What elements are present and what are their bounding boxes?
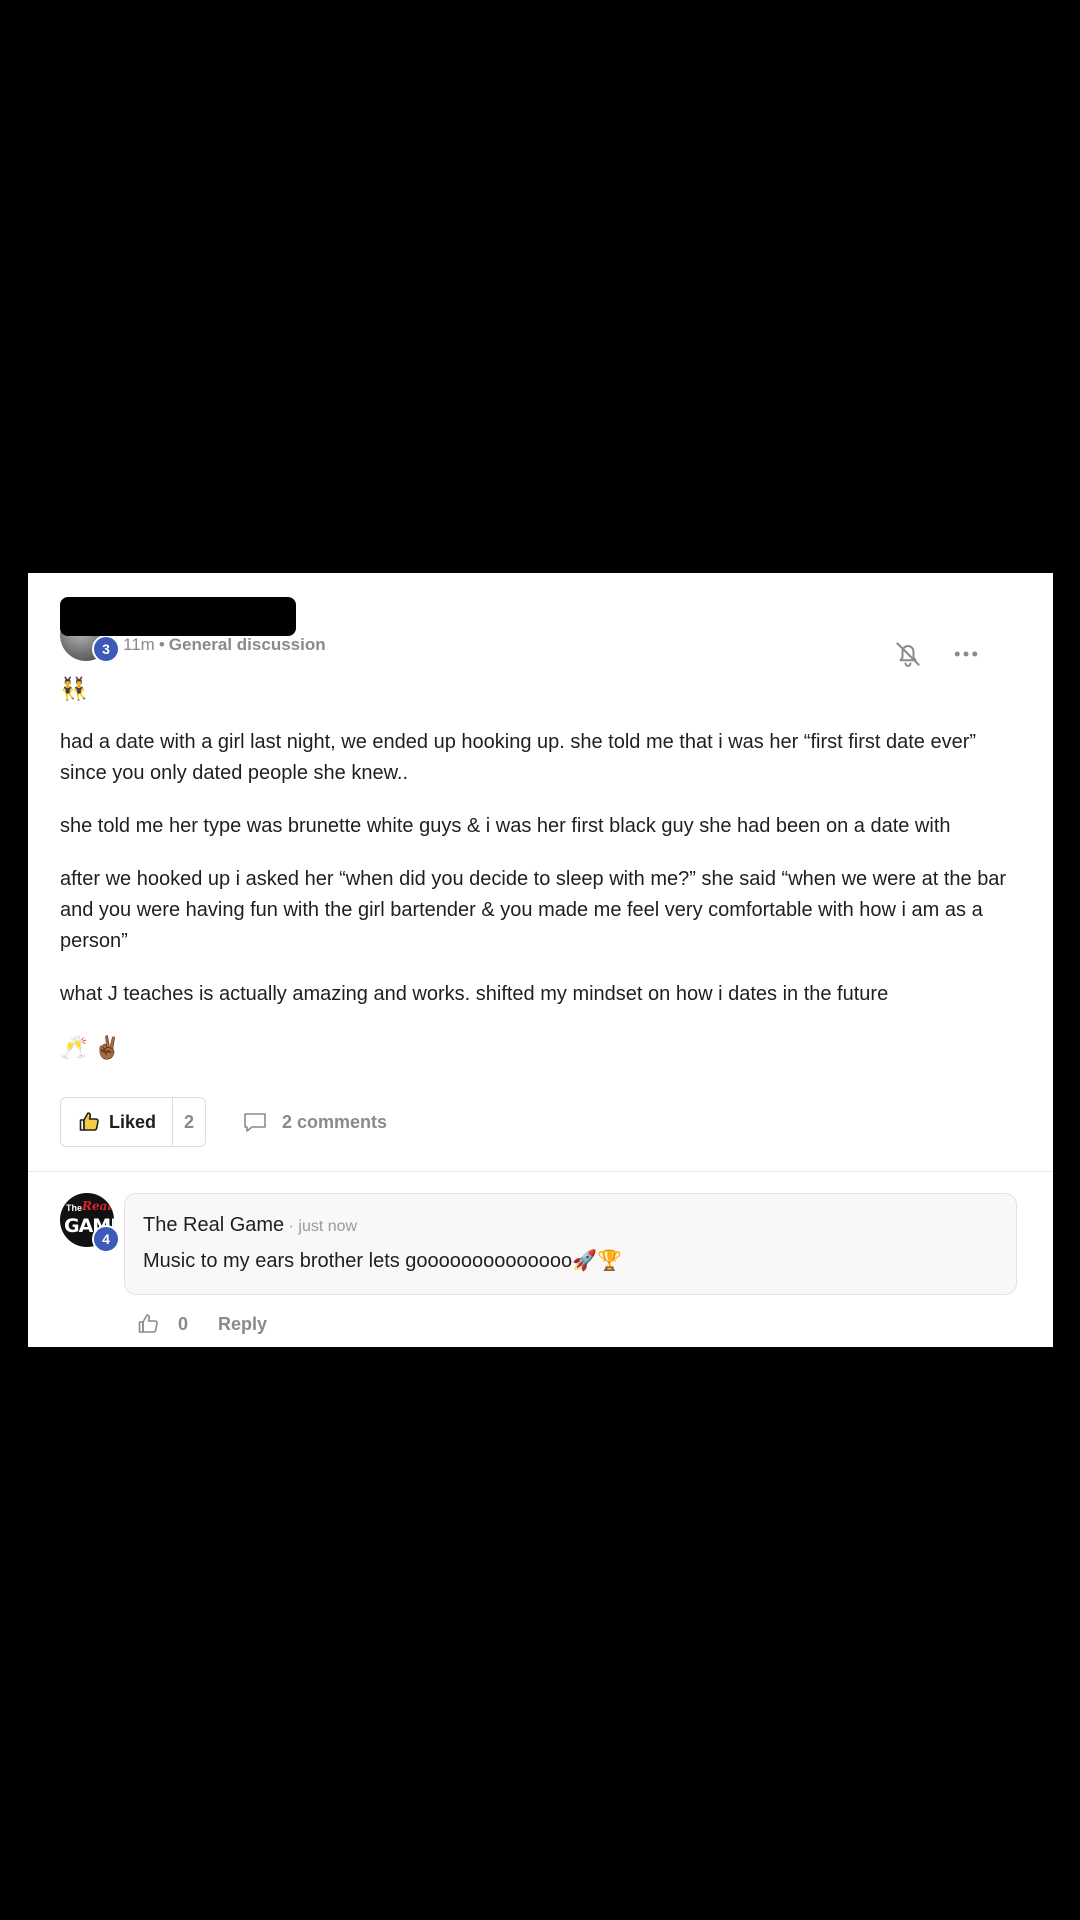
- comment-time: · just now: [288, 1218, 358, 1235]
- thumbs-up-icon: [79, 1112, 99, 1131]
- post-body: 👯‍♂️ had a date with a girl last night, …: [60, 673, 1025, 1086]
- post-paragraph-4: what J teaches is actually amazing and w…: [60, 983, 889, 1005]
- reply-button[interactable]: Reply: [218, 1314, 267, 1335]
- post-emoji-top: 👯‍♂️: [60, 676, 88, 701]
- liked-button[interactable]: Liked: [61, 1098, 174, 1146]
- comments-button[interactable]: 2 comments: [242, 1097, 387, 1147]
- meta-separator: •: [158, 635, 165, 654]
- thumbs-up-outline-icon[interactable]: [136, 1312, 160, 1336]
- post-actions: Liked 2 2 comments: [60, 1097, 860, 1149]
- post-meta: 11m • General discussion: [123, 635, 326, 655]
- chat-bubble-icon: [244, 1113, 266, 1132]
- post-category[interactable]: General discussion: [169, 635, 326, 654]
- post-paragraph-2: she told me her type was brunette white …: [60, 815, 951, 837]
- post-paragraph-1: had a date with a girl last night, we en…: [60, 731, 977, 784]
- comment-author-level-badge: 4: [92, 1225, 120, 1253]
- like-group: Liked 2: [60, 1097, 206, 1147]
- comment-author-line: The Real Game · just now: [143, 1214, 357, 1237]
- comment-author-name[interactable]: The Real Game: [143, 1214, 284, 1236]
- comment-text: Music to my ears brother lets gooooooooo…: [143, 1250, 622, 1272]
- avatar-logo-real: Real: [82, 1199, 112, 1213]
- like-count[interactable]: 2: [173, 1112, 205, 1133]
- post-paragraph-3: after we hooked up i asked her “when did…: [60, 868, 1007, 952]
- post-header: 3 11m • General discussion: [60, 597, 1023, 667]
- more-horizontal-icon[interactable]: [951, 639, 981, 669]
- author-name-redacted: [60, 597, 296, 636]
- post-emoji-bottom: 🥂 ✌🏾: [60, 1035, 121, 1060]
- section-divider: [28, 1171, 1053, 1172]
- comment-like-count: 0: [178, 1313, 189, 1334]
- post-card: 3 11m • General discussion 👯‍♂️ had a date…: [28, 573, 1053, 1347]
- author-level-badge: 3: [92, 635, 120, 663]
- bell-off-icon[interactable]: [893, 639, 923, 669]
- liked-label: Liked: [109, 1111, 157, 1132]
- comment-actions: 0 Reply: [136, 1309, 267, 1339]
- comments-count-label: 2 comments: [282, 1111, 388, 1132]
- post-time: 11m: [123, 635, 155, 654]
- avatar-logo-the: The: [66, 1203, 83, 1213]
- comment-bubble: The Real Game · just now Music to my ear…: [124, 1193, 1017, 1295]
